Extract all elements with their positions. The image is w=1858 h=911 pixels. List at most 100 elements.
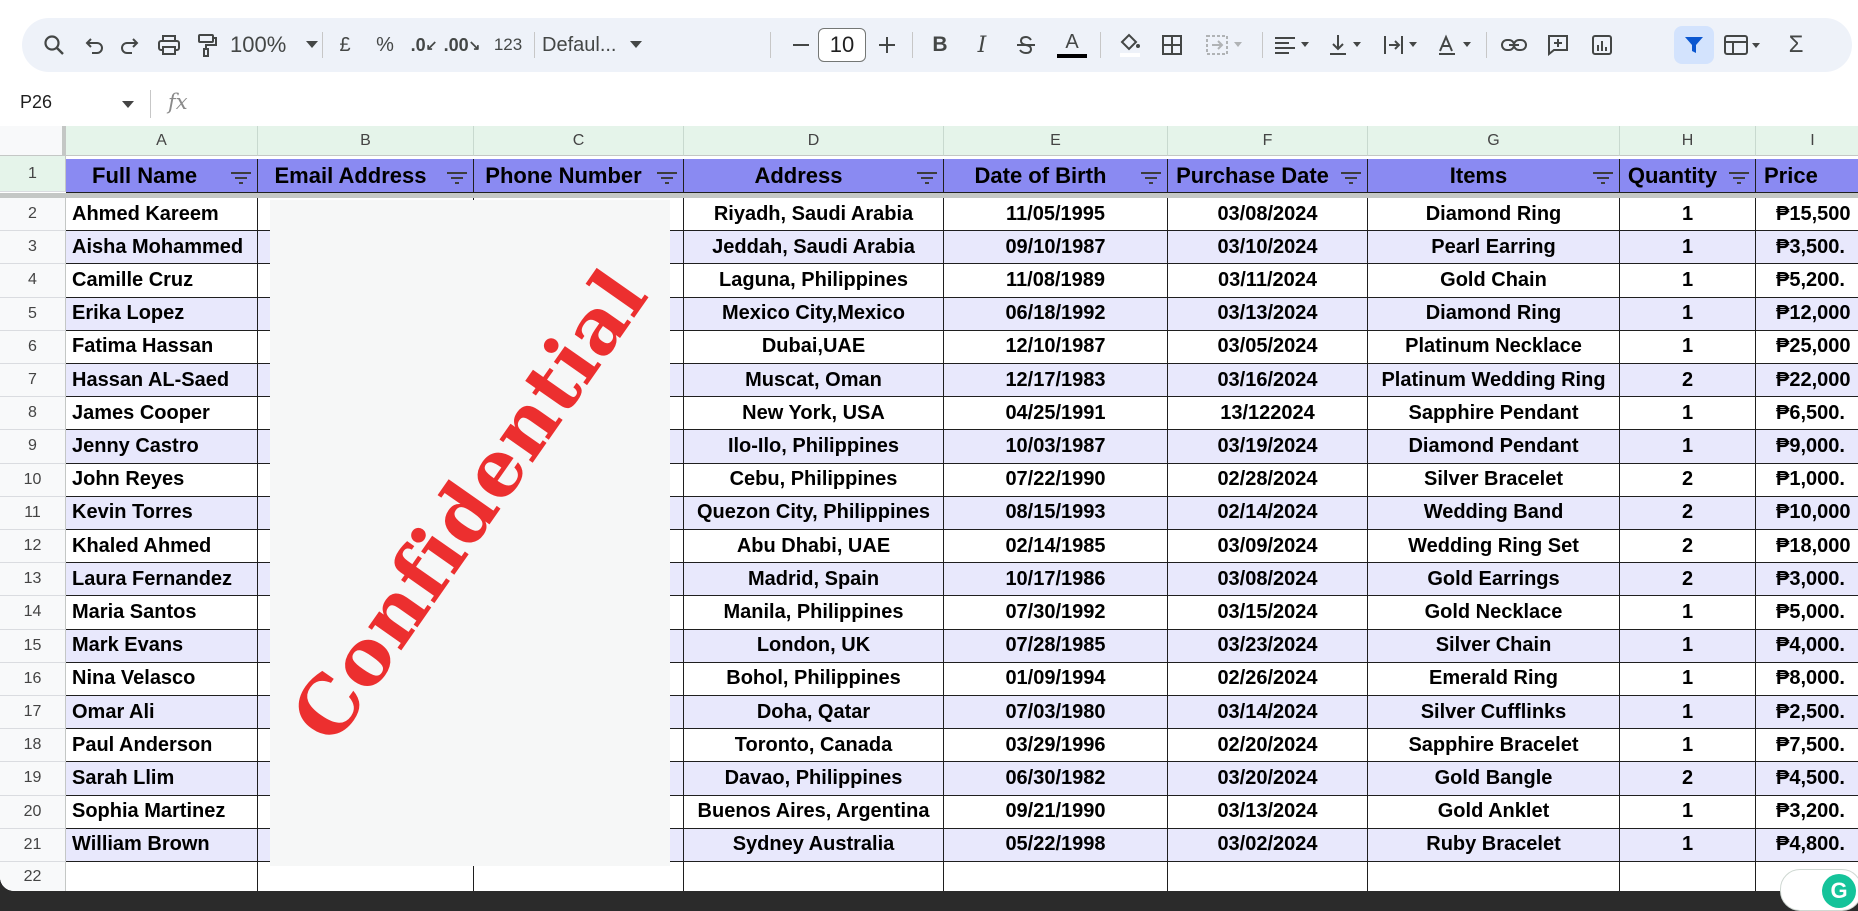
borders-icon[interactable]: [1152, 18, 1192, 72]
table-cell[interactable]: 1: [1620, 596, 1756, 630]
row-header[interactable]: 2: [0, 198, 66, 232]
table-cell[interactable]: 1: [1620, 729, 1756, 763]
filter-icon[interactable]: [1593, 171, 1613, 185]
table-cell[interactable]: 1: [1620, 397, 1756, 431]
table-cell[interactable]: Camille Cruz: [66, 264, 258, 298]
table-cell[interactable]: 12/10/1987: [944, 330, 1168, 364]
table-cell[interactable]: 1: [1620, 662, 1756, 696]
currency-format-button[interactable]: £: [330, 18, 360, 72]
fill-color-icon[interactable]: [1110, 18, 1150, 72]
table-cell[interactable]: Gold Necklace: [1368, 596, 1620, 630]
row-header[interactable]: 9: [0, 430, 66, 464]
table-cell[interactable]: ₱12,000: [1756, 297, 1858, 331]
table-cell[interactable]: Toronto, Canada: [684, 729, 944, 763]
table-cell[interactable]: ₱5,000.: [1756, 596, 1858, 630]
table-cell[interactable]: 03/20/2024: [1168, 762, 1368, 796]
table-cell[interactable]: 03/16/2024: [1168, 364, 1368, 398]
select-all-corner[interactable]: [0, 126, 66, 156]
table-cell[interactable]: John Reyes: [66, 463, 258, 497]
row-header[interactable]: 22: [0, 862, 66, 891]
table-cell[interactable]: Ruby Bracelet: [1368, 828, 1620, 862]
table-cell[interactable]: 11/08/1989: [944, 264, 1168, 298]
table-cell[interactable]: New York, USA: [684, 397, 944, 431]
table-cell[interactable]: 02/20/2024: [1168, 729, 1368, 763]
table-cell[interactable]: 03/19/2024: [1168, 430, 1368, 464]
row-header[interactable]: 6: [0, 330, 66, 364]
table-cell[interactable]: Nina Velasco: [66, 662, 258, 696]
table-cell[interactable]: 1: [1620, 231, 1756, 265]
table-cell[interactable]: 03/15/2024: [1168, 596, 1368, 630]
table-cell[interactable]: Wedding Band: [1368, 496, 1620, 530]
row-header[interactable]: 10: [0, 463, 66, 497]
table-cell[interactable]: 03/09/2024: [1168, 530, 1368, 564]
header-cell[interactable]: Phone Number: [474, 159, 684, 193]
table-cell[interactable]: Mark Evans: [66, 629, 258, 663]
header-cell[interactable]: Items: [1368, 159, 1620, 193]
filter-icon[interactable]: [1341, 171, 1361, 185]
table-cell[interactable]: Cebu, Philippines: [684, 463, 944, 497]
table-cell[interactable]: 2: [1620, 463, 1756, 497]
table-cell[interactable]: Erika Lopez: [66, 297, 258, 331]
table-cell[interactable]: Manila, Philippines: [684, 596, 944, 630]
row-header[interactable]: 1: [0, 156, 66, 192]
bold-button[interactable]: B: [920, 18, 960, 72]
table-cell[interactable]: 2: [1620, 563, 1756, 597]
column-header-d[interactable]: D: [684, 126, 944, 156]
table-cell[interactable]: Riyadh, Saudi Arabia: [684, 198, 944, 232]
row-header[interactable]: 12: [0, 530, 66, 564]
table-cell[interactable]: 07/30/1992: [944, 596, 1168, 630]
row-header[interactable]: 4: [0, 264, 66, 298]
row-header[interactable]: 21: [0, 828, 66, 862]
table-cell[interactable]: 02/26/2024: [1168, 662, 1368, 696]
font-size-plus-icon[interactable]: [870, 18, 904, 72]
table-cell[interactable]: Silver Cufflinks: [1368, 696, 1620, 730]
name-box[interactable]: P26: [20, 92, 52, 113]
table-cell[interactable]: Doha, Qatar: [684, 696, 944, 730]
table-cell[interactable]: 02/28/2024: [1168, 463, 1368, 497]
table-cell[interactable]: 1: [1620, 629, 1756, 663]
table-cell[interactable]: ₱6,500.: [1756, 397, 1858, 431]
font-size-minus-icon[interactable]: [784, 18, 818, 72]
table-cell[interactable]: ₱3,500.: [1756, 231, 1858, 265]
functions-icon[interactable]: Σ: [1776, 18, 1816, 72]
table-cell[interactable]: 09/21/1990: [944, 795, 1168, 829]
table-cell[interactable]: Sarah Llim: [66, 762, 258, 796]
table-cell[interactable]: 1: [1620, 430, 1756, 464]
table-cell[interactable]: Emerald Ring: [1368, 662, 1620, 696]
table-cell[interactable]: Diamond Pendant: [1368, 430, 1620, 464]
redo-icon[interactable]: [112, 18, 148, 72]
table-cell[interactable]: 11/05/1995: [944, 198, 1168, 232]
table-cell[interactable]: 2: [1620, 364, 1756, 398]
merge-cells-icon[interactable]: [1198, 18, 1254, 72]
row-header[interactable]: 13: [0, 563, 66, 597]
table-cell[interactable]: Kevin Torres: [66, 496, 258, 530]
row-header[interactable]: 14: [0, 596, 66, 630]
table-cell[interactable]: Silver Bracelet: [1368, 463, 1620, 497]
column-header-h[interactable]: H: [1620, 126, 1756, 156]
paint-format-icon[interactable]: [188, 18, 226, 72]
table-cell[interactable]: James Cooper: [66, 397, 258, 431]
table-cell[interactable]: [1620, 862, 1756, 891]
table-cell[interactable]: Diamond Ring: [1368, 198, 1620, 232]
table-cell[interactable]: 07/28/1985: [944, 629, 1168, 663]
align-left-icon[interactable]: [1268, 18, 1318, 72]
table-cell[interactable]: 1: [1620, 297, 1756, 331]
table-cell[interactable]: 12/17/1983: [944, 364, 1168, 398]
text-wrap-icon[interactable]: [1376, 18, 1426, 72]
filter-icon[interactable]: [1674, 18, 1714, 72]
row-header[interactable]: 15: [0, 629, 66, 663]
table-cell[interactable]: 07/22/1990: [944, 463, 1168, 497]
header-cell[interactable]: Email Address: [258, 159, 474, 193]
filter-icon[interactable]: [917, 171, 937, 185]
table-cell[interactable]: Gold Bangle: [1368, 762, 1620, 796]
table-cell[interactable]: Aisha Mohammed: [66, 231, 258, 265]
table-cell[interactable]: [1368, 862, 1620, 891]
table-cell[interactable]: ₱3,200.: [1756, 796, 1858, 829]
table-cell[interactable]: [1168, 862, 1368, 891]
table-cell[interactable]: Laguna, Philippines: [684, 264, 944, 298]
table-cell[interactable]: Madrid, Spain: [684, 563, 944, 597]
table-cell[interactable]: Sapphire Pendant: [1368, 397, 1620, 431]
table-cell[interactable]: 03/08/2024: [1168, 563, 1368, 597]
strikethrough-icon[interactable]: [1006, 18, 1046, 72]
table-cell[interactable]: Jeddah, Saudi Arabia: [684, 231, 944, 265]
